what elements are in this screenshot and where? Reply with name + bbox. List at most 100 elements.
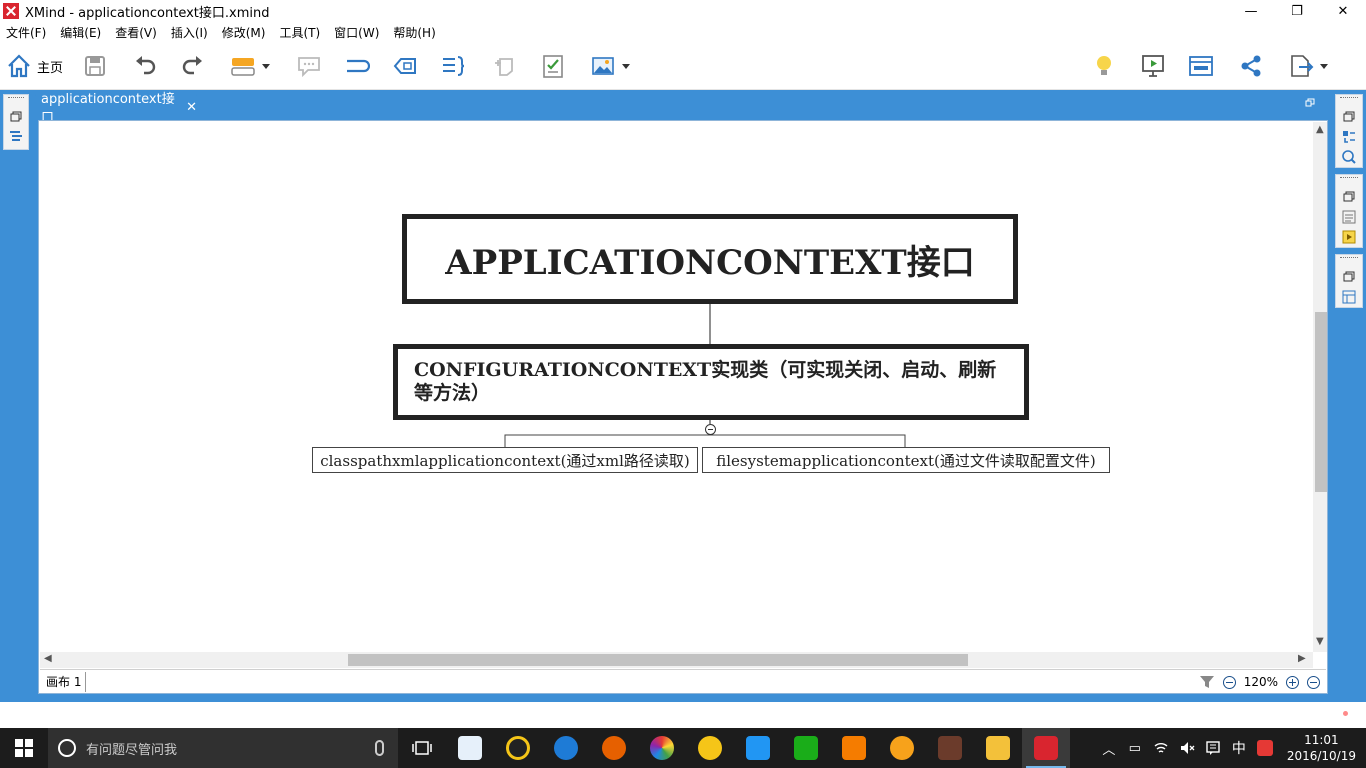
window-controls: — ❐ ✕ xyxy=(1228,0,1366,22)
save-button[interactable] xyxy=(82,52,108,80)
dock-grip[interactable] xyxy=(8,97,24,105)
taskbar-app-green[interactable] xyxy=(686,728,734,768)
tab-close-icon[interactable]: ✕ xyxy=(186,100,197,115)
presentation-button[interactable] xyxy=(1140,52,1166,80)
export-button[interactable] xyxy=(1288,52,1328,80)
callout-button[interactable] xyxy=(296,52,322,80)
taskbar-app-xmind[interactable] xyxy=(1022,728,1070,768)
home-button[interactable]: 主页 xyxy=(6,52,63,80)
summary-button[interactable] xyxy=(440,52,466,80)
idea-button[interactable] xyxy=(1091,52,1117,80)
restore-icon[interactable] xyxy=(1305,98,1315,108)
task-button[interactable] xyxy=(540,52,566,80)
sheet-tab[interactable]: 画布 1 xyxy=(42,671,87,692)
taskbar-app-wps-presentation[interactable] xyxy=(830,728,878,768)
slide-icon[interactable] xyxy=(1341,229,1357,245)
boundary-button[interactable] xyxy=(392,52,418,80)
menu-view[interactable]: 查看(V) xyxy=(115,24,157,41)
taskbar-app-explorer[interactable] xyxy=(974,728,1022,768)
autosave-status[interactable]: 自动保存: 关闭 SS xyxy=(1266,706,1366,721)
save-icon xyxy=(85,56,105,76)
filter-icon[interactable] xyxy=(1199,674,1215,690)
zoom-out-icon[interactable] xyxy=(1307,675,1320,689)
battery-icon[interactable]: ▭ xyxy=(1127,740,1143,756)
dock-grip[interactable] xyxy=(1340,97,1358,105)
restore-icon[interactable] xyxy=(8,109,24,125)
gantt-button[interactable] xyxy=(1188,52,1214,80)
menu-edit[interactable]: 编辑(E) xyxy=(60,24,101,41)
subtopic-classpath[interactable]: classpathxmlapplicationcontext(通过xml路径读取… xyxy=(312,447,698,473)
action-center-icon[interactable] xyxy=(1205,740,1221,756)
format-icon[interactable] xyxy=(1341,129,1357,145)
insert-topic-button[interactable] xyxy=(230,52,270,80)
menu-window[interactable]: 窗口(W) xyxy=(334,24,379,41)
right-dock-middle xyxy=(1335,174,1363,248)
scroll-right-icon[interactable]: ▶ xyxy=(1298,653,1306,664)
task-view-button[interactable] xyxy=(398,728,446,768)
close-button[interactable]: ✕ xyxy=(1320,0,1366,22)
undo-icon xyxy=(136,56,156,75)
taskbar-app-mail[interactable] xyxy=(446,728,494,768)
minimize-button[interactable]: — xyxy=(1228,0,1274,22)
volume-mute-icon[interactable] xyxy=(1179,740,1195,756)
overview-icon[interactable] xyxy=(1341,149,1357,165)
menu-tools[interactable]: 工具(T) xyxy=(279,24,320,41)
taskbar-app-wps-sheet[interactable] xyxy=(782,728,830,768)
menu-insert[interactable]: 插入(I) xyxy=(171,24,208,41)
start-button[interactable] xyxy=(0,728,48,768)
taskbar-app-qq[interactable] xyxy=(494,728,542,768)
menu-modify[interactable]: 修改(M) xyxy=(222,24,266,41)
tab-applicationcontext[interactable]: applicationcontext接口 ✕ xyxy=(35,92,197,126)
zoom-level[interactable]: 120% xyxy=(1244,675,1278,689)
share-button[interactable] xyxy=(1238,52,1264,80)
restore-icon[interactable] xyxy=(1341,189,1357,205)
marker-button[interactable] xyxy=(492,52,518,80)
system-clock[interactable]: 11:01 2016/10/19 xyxy=(1287,732,1356,764)
horizontal-scrollbar[interactable]: ◀ ▶ xyxy=(40,652,1313,668)
taskbar-app-firefox[interactable] xyxy=(590,728,638,768)
collapse-icon[interactable] xyxy=(705,424,716,435)
central-topic[interactable]: APPLICATIONCONTEXT接口 xyxy=(402,214,1018,304)
scroll-left-icon[interactable]: ◀ xyxy=(44,653,52,664)
maximize-button[interactable]: ❐ xyxy=(1274,0,1320,22)
dock-grip[interactable] xyxy=(1340,177,1358,185)
wifi-icon[interactable] xyxy=(1153,740,1169,756)
scroll-down-icon[interactable]: ▼ xyxy=(1316,636,1324,647)
cortana-search[interactable]: 有问题尽管问我 xyxy=(48,728,398,768)
vertical-scroll-thumb[interactable] xyxy=(1315,312,1327,492)
chevron-down-icon[interactable] xyxy=(1320,63,1328,69)
vertical-scrollbar[interactable]: ▲ ▼ xyxy=(1313,122,1327,652)
chevron-down-icon[interactable] xyxy=(262,63,270,69)
chevron-down-icon[interactable] xyxy=(622,63,630,69)
redo-button[interactable] xyxy=(180,52,206,80)
horizontal-scroll-thumb[interactable] xyxy=(348,654,968,666)
chevron-up-icon[interactable]: ︿ xyxy=(1101,740,1117,758)
zoom-out-icon[interactable] xyxy=(1222,675,1236,689)
zoom-in-icon[interactable] xyxy=(1286,675,1299,689)
mindmap-canvas[interactable]: APPLICATIONCONTEXT接口 CONFIGURATIONCONTEX… xyxy=(40,122,1312,652)
properties-icon[interactable] xyxy=(1341,289,1357,305)
taskbar-app-game[interactable] xyxy=(926,728,974,768)
presentation-icon xyxy=(1142,55,1164,77)
scroll-up-icon[interactable]: ▲ xyxy=(1316,124,1324,135)
insert-image-button[interactable] xyxy=(590,52,630,80)
taskbar-app-edge[interactable] xyxy=(542,728,590,768)
subtopic-filesystem[interactable]: filesystemapplicationcontext(通过文件读取配置文件) xyxy=(702,447,1110,473)
editor-frame: APPLICATIONCONTEXT接口 CONFIGURATIONCONTEX… xyxy=(38,120,1328,694)
main-topic[interactable]: CONFIGURATIONCONTEXT实现类（可实现关闭、启动、刷新等方法） xyxy=(393,344,1029,420)
undo-button[interactable] xyxy=(132,52,158,80)
microphone-icon[interactable] xyxy=(375,740,384,756)
sogou-icon[interactable] xyxy=(1256,740,1273,756)
taskbar-app-wifi[interactable] xyxy=(878,728,926,768)
notes-icon[interactable] xyxy=(1341,209,1357,225)
restore-icon[interactable] xyxy=(1341,109,1357,125)
outline-icon[interactable] xyxy=(8,129,24,145)
taskbar-app-pinwheel[interactable] xyxy=(638,728,686,768)
relationship-button[interactable] xyxy=(344,52,370,80)
menu-file[interactable]: 文件(F) xyxy=(6,24,46,41)
ime-indicator[interactable]: 中 xyxy=(1231,740,1247,757)
menu-help[interactable]: 帮助(H) xyxy=(393,24,435,41)
taskbar-app-wps-writer[interactable] xyxy=(734,728,782,768)
dock-grip[interactable] xyxy=(1340,257,1358,265)
restore-icon[interactable] xyxy=(1341,269,1357,285)
